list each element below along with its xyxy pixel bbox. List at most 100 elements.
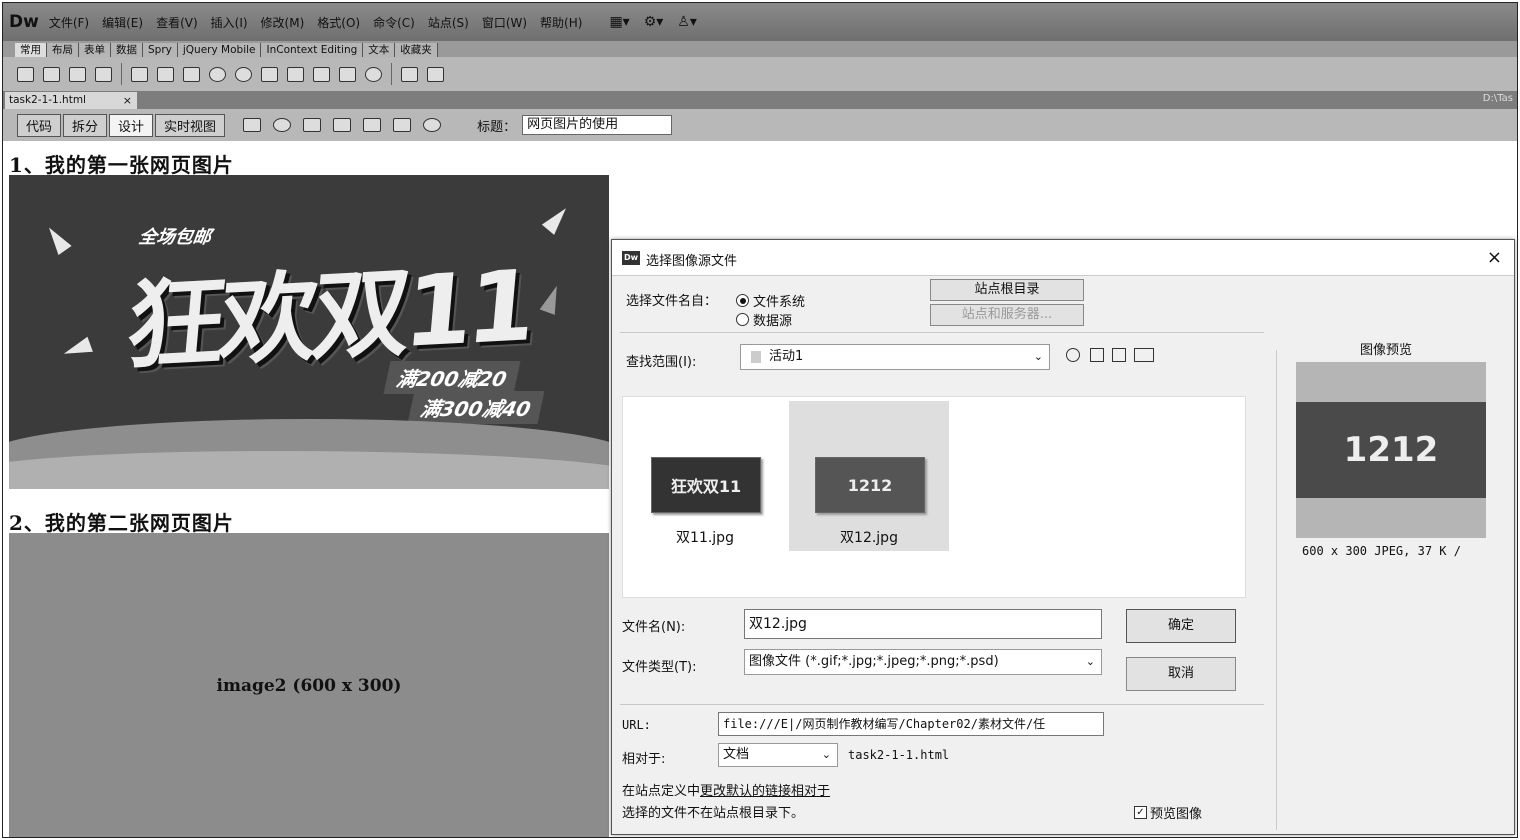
banner1-offer-1: 满200减20 (383, 361, 521, 394)
insert-tab-favorites[interactable]: 收藏夹 (395, 43, 438, 57)
relative-to-label: 相对于: (622, 752, 666, 767)
head-icon[interactable] (339, 66, 356, 82)
script-icon[interactable] (365, 66, 382, 82)
preview-thumb-text: 1212 (1343, 430, 1439, 470)
live-view-button[interactable]: 实时视图 (155, 113, 226, 137)
email-link-icon[interactable] (43, 66, 60, 82)
image-preview-info: 600 x 300 JPEG, 37 K / (1302, 544, 1461, 558)
validate-icon[interactable] (333, 118, 352, 132)
menu-view[interactable]: 查看(V) (156, 14, 198, 31)
preview-image-checkbox[interactable]: ✓ 预览图像 (1134, 803, 1202, 822)
split-view-button[interactable]: 拆分 (63, 113, 108, 137)
table-icon[interactable] (131, 66, 148, 82)
radio-filesystem[interactable]: 文件系统 (736, 291, 805, 310)
insert-tab-data[interactable]: 数据 (111, 43, 143, 57)
site-server-button[interactable]: 站点和服务器... (930, 304, 1084, 326)
comment-icon[interactable] (313, 66, 330, 82)
refresh-icon[interactable] (423, 118, 442, 132)
widget-icon[interactable] (235, 66, 252, 82)
preview-image-label: 预览图像 (1150, 807, 1203, 822)
file-item[interactable]: 狂欢双11 双11.jpg (625, 401, 785, 551)
menu-format[interactable]: 格式(O) (317, 14, 360, 31)
toolbar-separator (391, 63, 392, 85)
menu-help[interactable]: 帮助(H) (540, 14, 582, 31)
image-icon[interactable] (183, 66, 200, 82)
menu-site[interactable]: 站点(S) (428, 14, 469, 31)
visual-aids-icon[interactable] (363, 118, 382, 132)
insert-tab-incontext-editing[interactable]: InContext Editing (261, 43, 364, 57)
preview-thumbnail: 1212 (1296, 402, 1486, 498)
file-thumbnail: 1212 (815, 457, 925, 513)
menu-insert[interactable]: 插入(I) (211, 14, 248, 31)
hyperlink-icon[interactable] (17, 66, 34, 82)
url-input[interactable]: file:///E|/网页制作教材编写/Chapter02/素材文件/任 (718, 712, 1104, 736)
gear-menu-icon[interactable]: ⚙▾ (644, 14, 664, 30)
close-tab-icon[interactable]: × (123, 92, 132, 109)
banner-image-1[interactable]: 全场包邮 狂欢双11 满200减20 满300减40 (9, 175, 609, 489)
document-tab[interactable]: task2-1-1.html × (5, 92, 137, 109)
radio-datasource[interactable]: 数据源 (736, 310, 792, 329)
filename-input[interactable]: 双12.jpg (744, 609, 1102, 639)
horizontal-rule-icon[interactable] (95, 66, 112, 82)
layout-menu-icon[interactable]: ▦▾ (609, 14, 629, 30)
dreamweaver-window: Dw 文件(F) 编辑(E) 查看(V) 插入(I) 修改(M) 格式(O) 命… (2, 2, 1518, 838)
cancel-button[interactable]: 取消 (1126, 657, 1236, 691)
dialog-titlebar: Dw 选择图像源文件 × (612, 240, 1514, 276)
named-anchor-icon[interactable] (69, 66, 86, 82)
div-icon[interactable] (157, 66, 174, 82)
not-in-site-root-warning: 选择的文件不在站点根目录下。 (622, 806, 805, 821)
back-icon[interactable] (1066, 348, 1080, 362)
radio-datasource-label: 数据源 (753, 314, 793, 329)
close-icon[interactable]: × (1487, 247, 1502, 268)
filetype-select[interactable]: 图像文件 (*.gif;*.jpg;*.jpeg;*.png;*.psd) ⌄ (744, 649, 1102, 675)
file-item-selected[interactable]: 1212 双12.jpg (789, 401, 949, 551)
content-heading-2: 2、我的第二张网页图片 (9, 511, 234, 535)
dialog-divider (620, 704, 1264, 705)
insert-tab-forms[interactable]: 表单 (79, 43, 111, 57)
select-from-label: 选择文件名自： (626, 294, 718, 309)
file-management-icon[interactable] (303, 118, 322, 132)
menu-commands[interactable]: 命令(C) (373, 14, 415, 31)
folder-icon (751, 350, 761, 363)
filetype-label: 文件类型(T): (622, 660, 697, 675)
thumb-text: 1212 (847, 475, 893, 495)
view-menu-icon[interactable] (1134, 348, 1154, 362)
lookin-select[interactable]: 活动1 ⌄ (740, 344, 1050, 370)
insert-tab-layout[interactable]: 布局 (47, 43, 79, 57)
decor-shard (61, 336, 93, 362)
filename-label: 文件名(N): (622, 620, 686, 635)
document-path: D:\Tas (1482, 93, 1513, 104)
check-compatibility-icon[interactable] (393, 118, 412, 132)
insert-tab-jquery-mobile[interactable]: jQuery Mobile (177, 43, 262, 57)
up-folder-icon[interactable] (1090, 348, 1104, 362)
menu-edit[interactable]: 编辑(E) (102, 14, 143, 31)
code-view-button[interactable]: 代码 (17, 113, 62, 137)
user-menu-icon[interactable]: ♙▾ (677, 14, 697, 30)
server-include-icon[interactable] (287, 66, 304, 82)
insert-tab-common[interactable]: 常用 (15, 43, 47, 57)
menu-window[interactable]: 窗口(W) (482, 14, 527, 31)
new-folder-icon[interactable] (1112, 348, 1126, 362)
site-root-button[interactable]: 站点根目录 (930, 279, 1084, 301)
insert-tab-spry[interactable]: Spry (143, 43, 178, 57)
tag-chooser-icon[interactable] (427, 66, 444, 82)
multiscreen-icon[interactable] (243, 118, 262, 132)
lookin-value: 活动1 (769, 349, 804, 364)
ok-button[interactable]: 确定 (1126, 609, 1236, 643)
radio-dot-icon (736, 294, 749, 307)
chevron-down-icon: ⌄ (821, 748, 831, 761)
page-title-input[interactable]: 网页图片的使用 (522, 115, 673, 135)
design-view-button[interactable]: 设计 (109, 113, 154, 137)
relative-to-select[interactable]: 文档 ⌄ (718, 743, 838, 767)
insert-tab-text[interactable]: 文本 (363, 43, 396, 57)
menu-modify[interactable]: 修改(M) (261, 14, 305, 31)
templates-icon[interactable] (401, 66, 418, 82)
image-placeholder[interactable]: image2 (600 x 300) (9, 533, 609, 837)
menu-file[interactable]: 文件(F) (49, 14, 89, 31)
preview-browser-icon[interactable] (273, 118, 292, 132)
date-icon[interactable] (261, 66, 278, 82)
select-image-source-dialog: Dw 选择图像源文件 × 选择文件名自： 文件系统 数据源 站点根目录 站点和服… (611, 239, 1515, 835)
change-default-link[interactable]: 更改默认的链接相对于 (700, 784, 830, 799)
media-icon[interactable] (209, 66, 226, 82)
radio-filesystem-label: 文件系统 (753, 295, 806, 310)
